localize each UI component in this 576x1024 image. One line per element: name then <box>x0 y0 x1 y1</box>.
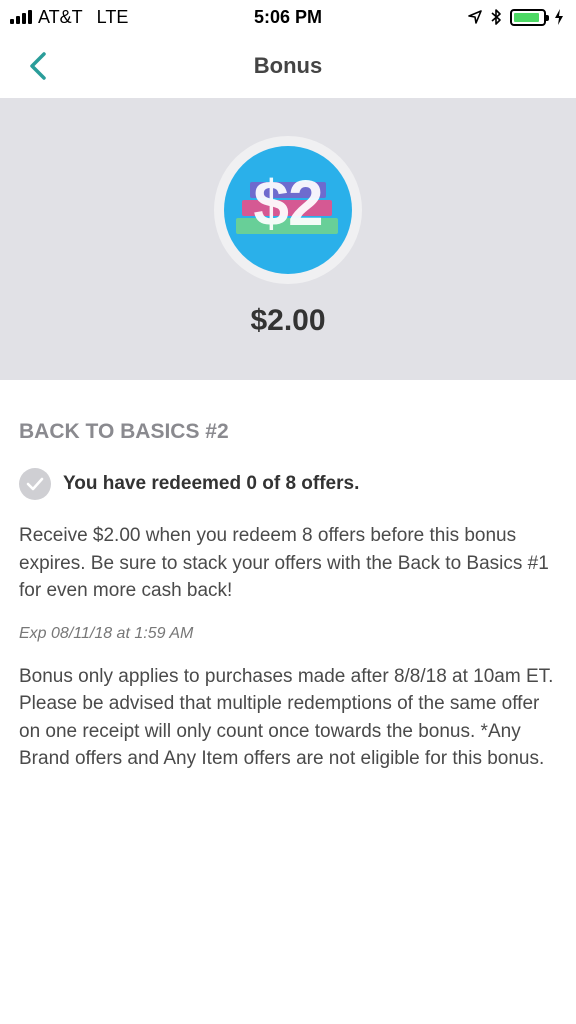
status-bar: AT&T LTE 5:06 PM <box>0 0 576 34</box>
bonus-terms: Bonus only applies to purchases made aft… <box>19 665 554 770</box>
redeem-status-row: You have redeemed 0 of 8 offers. <box>19 468 557 500</box>
expiry-date: Exp 08/11/18 at 1:59 AM <box>19 624 194 642</box>
charging-icon <box>555 9 563 25</box>
redeem-status: You have redeemed 0 of 8 offers. <box>63 473 360 494</box>
status-left: AT&T LTE <box>10 7 128 28</box>
location-icon <box>468 10 482 24</box>
badge-label: $2 <box>253 167 323 239</box>
nav-bar: Bonus <box>0 34 576 98</box>
bonus-badge: $2 <box>214 136 362 284</box>
chevron-left-icon <box>30 52 46 80</box>
bonus-amount: $2.00 <box>250 304 326 337</box>
carrier-label: AT&T <box>38 6 83 27</box>
page-title: Bonus <box>253 53 323 78</box>
bonus-description: Receive $2.00 when you redeem 8 offers b… <box>19 525 549 601</box>
network-label: LTE <box>96 6 129 27</box>
signal-icon <box>10 10 32 24</box>
bonus-badge-image: $2 <box>224 146 352 274</box>
checkmark-icon <box>19 468 51 500</box>
battery-icon <box>510 8 549 26</box>
bonus-hero: $2 $2.00 <box>0 98 576 380</box>
bluetooth-icon <box>491 9 501 25</box>
bonus-details: BACK TO BASICS #2 You have redeemed 0 of… <box>0 380 576 773</box>
back-button[interactable] <box>20 48 56 84</box>
status-right <box>468 8 564 26</box>
bonus-name: BACK TO BASICS #2 <box>19 420 229 443</box>
